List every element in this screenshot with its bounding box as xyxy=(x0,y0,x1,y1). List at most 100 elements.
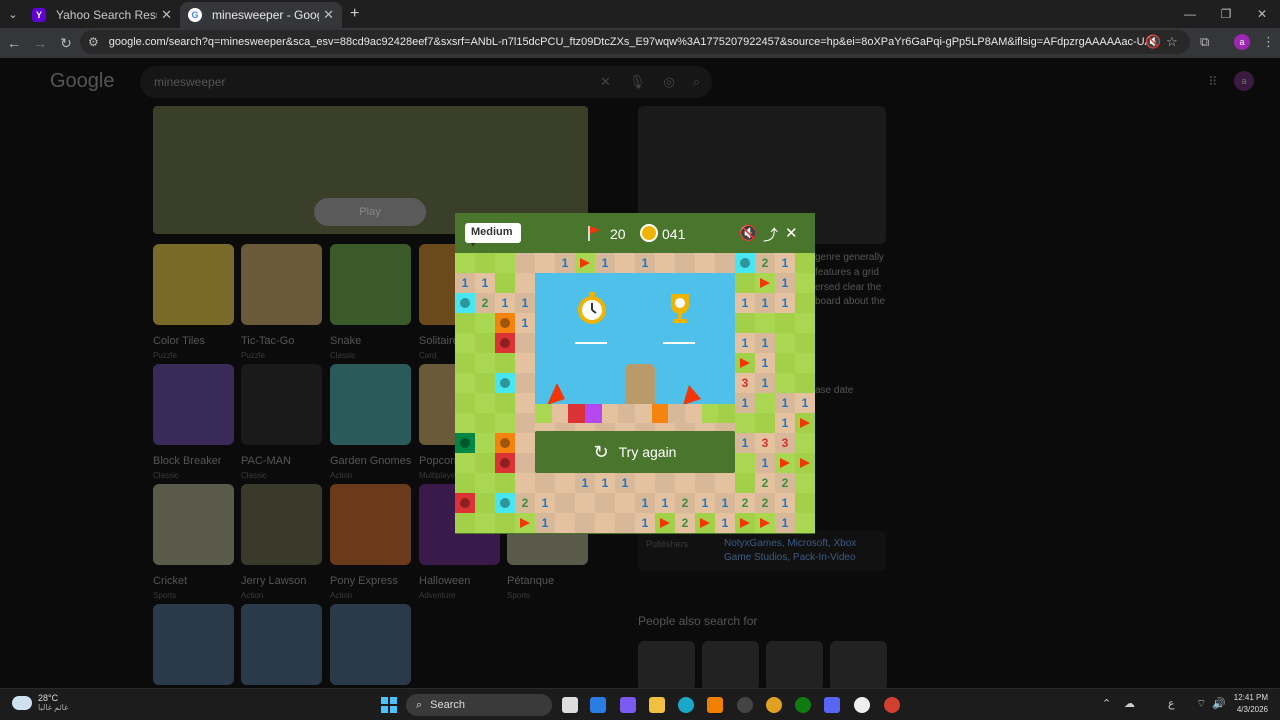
mine-cell[interactable] xyxy=(695,253,715,273)
close-tab-icon[interactable]: ✕ xyxy=(323,7,334,23)
mine-cell[interactable] xyxy=(455,413,475,433)
mine-cell[interactable] xyxy=(475,373,495,393)
mine-cell[interactable] xyxy=(775,333,795,353)
mine-cell[interactable]: 1 xyxy=(635,493,655,513)
mine-cell[interactable] xyxy=(755,513,775,533)
mine-cell[interactable]: 1 xyxy=(795,393,815,413)
mine-cell[interactable] xyxy=(515,273,535,293)
mine-cell[interactable] xyxy=(615,253,635,273)
language-indicator[interactable]: ع xyxy=(1168,697,1175,710)
task-view-icon[interactable] xyxy=(562,697,578,713)
game-card[interactable]: Tic-Tac-Go Puzzle xyxy=(241,244,322,360)
mine-cell[interactable]: 1 xyxy=(755,353,775,373)
minimize-icon[interactable]: — xyxy=(1172,0,1208,28)
mine-cell[interactable] xyxy=(675,473,695,493)
mine-cell[interactable] xyxy=(655,473,675,493)
mine-cell[interactable]: 2 xyxy=(735,493,755,513)
mine-cell[interactable] xyxy=(475,353,495,373)
mine-cell[interactable] xyxy=(755,393,775,413)
vlc-icon[interactable] xyxy=(707,697,723,713)
mine-cell[interactable]: 3 xyxy=(755,433,775,453)
mine-cell[interactable] xyxy=(475,493,495,513)
menu-icon[interactable]: ⋮ xyxy=(1262,34,1275,50)
volume-icon[interactable]: 🔊 xyxy=(1212,697,1226,710)
game-card[interactable] xyxy=(241,604,322,685)
mine-cell[interactable] xyxy=(475,313,495,333)
play-button[interactable]: Play xyxy=(314,198,426,226)
search-icon[interactable]: ⌕ xyxy=(693,74,700,90)
mute-site-icon[interactable]: 🔇 xyxy=(1145,34,1161,50)
game-card[interactable] xyxy=(153,604,234,685)
mine-cell[interactable] xyxy=(515,393,535,413)
mine-cell[interactable]: 1 xyxy=(575,473,595,493)
mine-cell[interactable] xyxy=(535,473,555,493)
mine-cell[interactable] xyxy=(455,433,475,453)
mine-cell[interactable] xyxy=(515,413,535,433)
mine-cell[interactable] xyxy=(515,253,535,273)
mine-cell[interactable]: 1 xyxy=(715,513,735,533)
mine-cell[interactable] xyxy=(735,253,755,273)
mine-cell[interactable] xyxy=(595,513,615,533)
mine-cell[interactable]: 1 xyxy=(735,293,755,313)
game-card[interactable]: Cricket Sports xyxy=(153,484,234,600)
mine-cell[interactable] xyxy=(775,453,795,473)
game-card[interactable] xyxy=(330,604,411,685)
mine-cell[interactable] xyxy=(655,513,675,533)
mine-cell[interactable] xyxy=(455,353,475,373)
mine-cell[interactable] xyxy=(755,413,775,433)
mine-cell[interactable]: 1 xyxy=(635,253,655,273)
mine-cell[interactable] xyxy=(515,473,535,493)
mine-cell[interactable]: 1 xyxy=(775,393,795,413)
mine-cell[interactable] xyxy=(735,513,755,533)
mine-cell[interactable] xyxy=(475,513,495,533)
mine-cell[interactable] xyxy=(495,333,515,353)
mine-cell[interactable] xyxy=(795,253,815,273)
mine-cell[interactable] xyxy=(495,453,515,473)
mine-cell[interactable] xyxy=(455,313,475,333)
mine-cell[interactable] xyxy=(795,313,815,333)
mine-cell[interactable]: 2 xyxy=(755,473,775,493)
mine-cell[interactable]: 1 xyxy=(755,293,775,313)
mine-cell[interactable] xyxy=(495,493,515,513)
store-icon[interactable] xyxy=(590,697,606,713)
mine-cell[interactable]: 1 xyxy=(775,413,795,433)
mine-cell[interactable] xyxy=(455,253,475,273)
share-icon[interactable]: ⤴ xyxy=(763,224,778,245)
mine-cell[interactable]: 1 xyxy=(735,433,755,453)
mine-cell[interactable] xyxy=(455,393,475,413)
profile-avatar[interactable]: a xyxy=(1234,34,1250,50)
clear-icon[interactable]: ✕ xyxy=(600,74,611,90)
chrome-profile-icon[interactable] xyxy=(884,697,900,713)
mine-cell[interactable] xyxy=(715,253,735,273)
mine-cell[interactable] xyxy=(755,313,775,333)
wifi-icon[interactable]: ⌔ xyxy=(1196,697,1206,711)
mine-cell[interactable] xyxy=(775,373,795,393)
mine-cell[interactable] xyxy=(555,513,575,533)
mine-cell[interactable] xyxy=(495,313,515,333)
mine-cell[interactable]: 1 xyxy=(595,253,615,273)
mine-cell[interactable] xyxy=(735,413,755,433)
file-explorer-icon[interactable] xyxy=(649,697,665,713)
new-tab-icon[interactable]: + xyxy=(350,5,359,23)
mine-cell[interactable] xyxy=(515,333,535,353)
extensions-icon[interactable]: ⧉ xyxy=(1200,34,1209,50)
game-card[interactable]: Block Breaker Classic xyxy=(153,364,234,480)
google-apps-icon[interactable]: ⠿ xyxy=(1208,74,1218,90)
mine-cell[interactable]: 1 xyxy=(535,493,555,513)
mine-cell[interactable] xyxy=(615,513,635,533)
mine-cell[interactable] xyxy=(735,473,755,493)
mine-cell[interactable]: 2 xyxy=(675,513,695,533)
mine-cell[interactable] xyxy=(495,273,515,293)
mine-cell[interactable]: 1 xyxy=(775,273,795,293)
mine-cell[interactable] xyxy=(455,333,475,353)
mine-cell[interactable] xyxy=(575,513,595,533)
game-card[interactable]: Garden Gnomes Action xyxy=(330,364,411,480)
mine-cell[interactable]: 1 xyxy=(755,453,775,473)
mine-cell[interactable] xyxy=(695,513,715,533)
mine-cell[interactable]: 1 xyxy=(455,273,475,293)
mine-cell[interactable] xyxy=(735,273,755,293)
game-card[interactable]: Jerry Lawson Action xyxy=(241,484,322,600)
mine-cell[interactable] xyxy=(575,493,595,513)
mine-cell[interactable] xyxy=(475,433,495,453)
mine-cell[interactable] xyxy=(575,253,595,273)
